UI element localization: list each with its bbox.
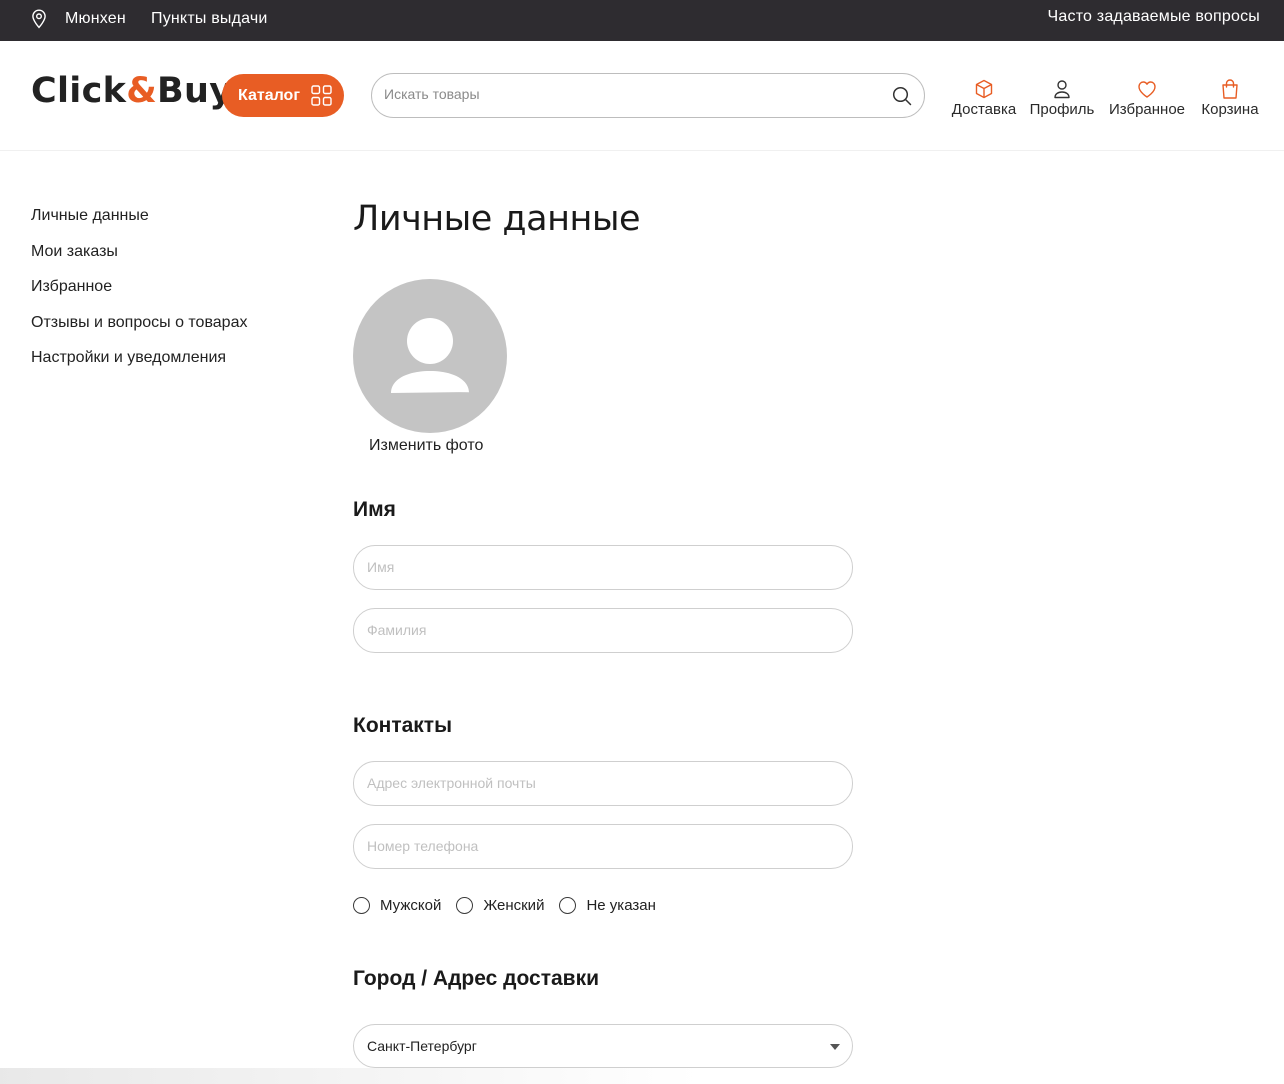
radio-label: Женский — [483, 897, 545, 914]
shopping-bag-icon — [1222, 79, 1238, 99]
box-icon — [975, 79, 993, 99]
sidebar-item-personal-data[interactable]: Личные данные — [31, 206, 247, 242]
grid-icon — [311, 85, 332, 106]
top-bar: Мюнхен Пункты выдачи Часто задаваемые во… — [0, 0, 1284, 41]
logo-text-left: Click — [31, 71, 127, 111]
radio-circle[interactable] — [559, 897, 577, 914]
change-photo-link[interactable]: Изменить фото — [369, 437, 483, 455]
nav-delivery[interactable]: Доставка — [950, 78, 1018, 118]
header: Click&Buy Каталог Доставка Профиль — [0, 41, 1284, 151]
radio-circle[interactable] — [353, 897, 370, 914]
radio-label: Мужской — [380, 897, 442, 914]
city-select[interactable]: Санкт-Петербург — [353, 1024, 853, 1068]
faq-link[interactable]: Часто задаваемые вопросы — [1048, 8, 1260, 26]
nav-favorites-label: Избранное — [1108, 101, 1186, 118]
catalog-button-label: Каталог — [238, 86, 300, 104]
last-name-input[interactable] — [367, 622, 837, 638]
nav-favorites[interactable]: Избранное — [1106, 78, 1188, 118]
radio-circle[interactable] — [456, 897, 474, 914]
email-input[interactable] — [367, 775, 837, 791]
email-field-wrapper — [353, 761, 853, 806]
avatar[interactable] — [353, 279, 507, 433]
gender-radio-unspecified[interactable]: Не указан — [559, 897, 656, 914]
city-select-value: Санкт-Петербург — [367, 1038, 477, 1054]
sidebar-item-settings[interactable]: Настройки и уведомления — [31, 348, 247, 384]
nav-profile-label: Профиль — [1029, 101, 1095, 118]
gender-radio-female[interactable]: Женский — [456, 897, 544, 914]
bottom-shadow — [0, 1068, 700, 1084]
search-input[interactable] — [384, 86, 874, 102]
location-pin-icon[interactable] — [30, 9, 48, 29]
search-box — [371, 73, 925, 118]
user-silhouette-icon — [391, 318, 469, 393]
nav-cart[interactable]: Корзина — [1198, 78, 1262, 118]
gender-radio-male[interactable]: Мужской — [353, 897, 441, 914]
search-icon[interactable] — [892, 86, 912, 106]
nav-cart-label: Корзина — [1201, 101, 1259, 118]
city-link[interactable]: Мюнхен — [65, 10, 126, 28]
gender-radio-group: Мужской Женский Не указан — [353, 897, 671, 914]
address-section-title: Город / Адрес доставки — [353, 967, 599, 990]
phone-field-wrapper — [353, 824, 853, 869]
last-name-field-wrapper — [353, 608, 853, 653]
logo-text-right: Buy — [157, 71, 233, 111]
logo-ampersand: & — [126, 71, 158, 111]
heart-icon — [1138, 81, 1156, 98]
radio-label: Не указан — [586, 897, 656, 914]
page-title: Личные данные — [353, 199, 641, 239]
account-sidebar: Личные данные Мои заказы Избранное Отзыв… — [31, 206, 247, 384]
first-name-input[interactable] — [367, 559, 837, 575]
pickup-points-link[interactable]: Пункты выдачи — [151, 10, 268, 28]
sidebar-item-reviews[interactable]: Отзывы и вопросы о товарах — [31, 313, 247, 349]
user-icon — [1054, 80, 1070, 99]
sidebar-item-my-orders[interactable]: Мои заказы — [31, 242, 247, 278]
logo[interactable]: Click&Buy — [31, 71, 232, 111]
first-name-field-wrapper — [353, 545, 853, 590]
contacts-section-title: Контакты — [353, 714, 453, 737]
catalog-button[interactable]: Каталог — [222, 74, 344, 117]
sidebar-item-favorites[interactable]: Избранное — [31, 277, 247, 313]
name-section-title: Имя — [353, 498, 396, 521]
phone-input[interactable] — [367, 838, 837, 854]
caret-down-icon — [830, 1044, 840, 1050]
nav-delivery-label: Доставка — [951, 101, 1017, 118]
nav-profile[interactable]: Профиль — [1028, 78, 1096, 118]
